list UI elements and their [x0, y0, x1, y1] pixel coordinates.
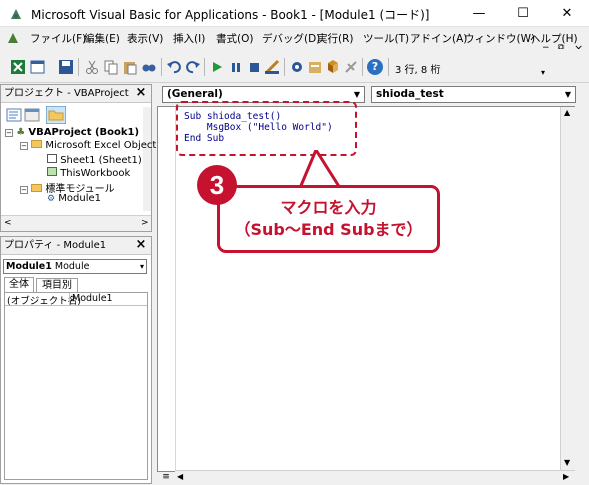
copy-icon[interactable] [103, 59, 119, 75]
project-pane-close-button[interactable]: × [134, 86, 148, 100]
menu-debug[interactable]: デバッグ(D) [262, 31, 320, 46]
view-object-icon[interactable] [24, 108, 40, 122]
project-explorer: プロジェクト - VBAProject × − ♣ VBAProject (Bo… [0, 84, 156, 232]
sheet-icon [47, 154, 57, 163]
reset-icon[interactable] [246, 59, 262, 75]
cut-icon[interactable] [84, 59, 100, 75]
code-editor[interactable]: Sub shioda_test() MsgBox ("Hello World")… [157, 106, 575, 472]
tree-thisworkbook[interactable]: ThisWorkbook [47, 167, 130, 179]
tree-module1[interactable]: ⚙ Module1 [47, 193, 101, 204]
paste-icon[interactable] [122, 59, 138, 75]
callout-box: マクロを入力 （Sub～End Subまで） [217, 185, 440, 253]
property-value: Module1 [72, 293, 113, 304]
chevron-down-icon: ▼ [564, 90, 572, 99]
menu-run[interactable]: 実行(R) [317, 31, 354, 46]
module-icon: ⚙ [47, 194, 56, 204]
menu-file[interactable]: ファイル(F) [30, 31, 86, 46]
insert-userform-icon[interactable] [30, 59, 46, 75]
window-title: Microsoft Visual Basic for Applications … [31, 8, 430, 22]
workbook-icon [47, 167, 57, 176]
object-browser-icon[interactable] [325, 59, 341, 75]
properties-icon[interactable] [307, 59, 323, 75]
excel-view-icon[interactable] [10, 59, 26, 75]
object-select[interactable]: Module1 Module ▾ [3, 259, 147, 274]
undo-icon[interactable] [166, 59, 182, 75]
standard-toolbar: ? 3 行, 8 桁 ▾ [0, 49, 589, 83]
menu-insert[interactable]: 挿入(I) [173, 31, 205, 46]
editor-vscroll[interactable]: ▲ ▼ [560, 107, 575, 471]
run-icon[interactable] [209, 59, 225, 75]
view-code-icon[interactable] [6, 108, 22, 122]
project-hscroll[interactable]: < > [1, 215, 151, 231]
tree-vbaproject[interactable]: − ♣ VBAProject (Book1) [5, 127, 139, 138]
callout-line-1: マクロを入力 [280, 198, 377, 217]
toolbar-overflow-icon[interactable]: ▾ [541, 68, 549, 78]
menu-help[interactable]: ヘルプ(H) [530, 31, 578, 46]
properties-grid: (オブジェクト名) Module1 [4, 292, 148, 480]
maximize-button[interactable]: ☐ [501, 0, 545, 27]
save-icon[interactable] [58, 59, 74, 75]
highlight-box [176, 101, 357, 156]
properties-pane-title: プロパティ - Module1 [4, 240, 107, 251]
minimize-button[interactable]: — [457, 0, 501, 27]
folder-icon [31, 140, 43, 148]
menu-bar: ファイル(F) 編集(E) 表示(V) 挿入(I) 書式(O) デバッグ(D) … [0, 27, 589, 55]
project-explorer-icon[interactable] [289, 59, 305, 75]
properties-pane: プロパティ - Module1 × Module1 Module ▾ 全体 項目… [0, 236, 152, 484]
menu-edit[interactable]: 編集(E) [84, 31, 120, 46]
break-icon[interactable] [228, 59, 244, 75]
callout-line-2: （Sub～End Subまで） [234, 220, 423, 239]
tree-excel-objects[interactable]: − Microsoft Excel Object [20, 140, 156, 151]
tree-sheet1[interactable]: Sheet1 (Sheet1) [47, 154, 142, 166]
menu-tools[interactable]: ツール(T) [363, 31, 409, 46]
menu-window[interactable]: ウィンドウ(W) [464, 31, 535, 46]
editor-margin [158, 107, 176, 471]
vba-app-icon [11, 9, 21, 19]
help-icon[interactable]: ? [367, 59, 383, 75]
properties-pane-close-button[interactable]: × [134, 238, 148, 252]
editor-hscroll[interactable]: ◀ ▶ [175, 470, 575, 485]
project-vscroll[interactable] [143, 107, 151, 211]
menu-addins[interactable]: アドイン(A) [410, 31, 467, 46]
procedure-combo[interactable]: shioda_test ▼ [371, 86, 576, 103]
properties-pane-header: プロパティ - Module1 [1, 237, 151, 255]
find-icon[interactable] [141, 59, 157, 75]
tab-all[interactable]: 全体 [4, 277, 34, 292]
toolbox-icon[interactable] [343, 59, 359, 75]
menu-view[interactable]: 表示(V) [127, 31, 163, 46]
project-pane-header: プロジェクト - VBAProject [1, 85, 151, 103]
design-mode-icon[interactable] [264, 59, 280, 75]
menu-format[interactable]: 書式(O) [216, 31, 253, 46]
chevron-down-icon: ▼ [353, 90, 361, 99]
title-bar: Microsoft Visual Basic for Applications … [0, 0, 589, 27]
vba-menu-icon [8, 33, 18, 43]
folder-icon [31, 184, 43, 192]
cursor-position: 3 行, 8 桁 [395, 65, 441, 76]
redo-icon[interactable] [185, 59, 201, 75]
tab-category[interactable]: 項目別 [36, 278, 78, 292]
close-button[interactable]: ✕ [545, 0, 589, 27]
toggle-folders-icon[interactable] [46, 106, 66, 124]
view-mode-icon[interactable]: ≡ [158, 470, 174, 485]
project-pane-title: プロジェクト - VBAProject [4, 88, 129, 99]
property-row[interactable]: (オブジェクト名) Module1 [5, 293, 147, 307]
vba-project-icon: ♣ [16, 127, 26, 138]
step-number-badge: 3 [197, 165, 237, 205]
